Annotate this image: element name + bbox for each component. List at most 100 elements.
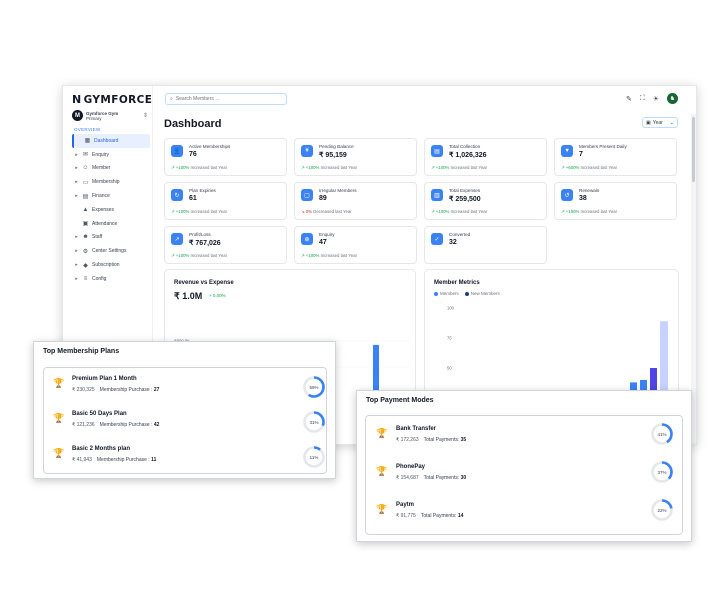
chevron-down-icon: ⌄ (669, 119, 674, 126)
item-meta: ₹ 154,687 Total Payments: 30 (396, 475, 466, 481)
sidebar-item-attendance[interactable]: ▣ Attendance (72, 217, 150, 231)
gym-switcher[interactable]: M Gymforce Gym Primary ⇕ (72, 110, 148, 121)
sidebar-item-label: Enquiry (92, 151, 109, 158)
fullscreen-icon[interactable]: ⛶ (640, 95, 645, 103)
stat-trend-text: Increased last Year (190, 209, 228, 214)
item-name: Bank Transfer (396, 426, 437, 432)
sidebar-item-config[interactable]: ▸ ≡ Config (72, 272, 150, 286)
scrollbar-thumb[interactable] (692, 117, 695, 182)
sidebar-item-label: Config (92, 275, 107, 282)
stat-card-plan-expiries[interactable]: ↻ Plan Expiries 61 ↗ +100% Increased last Y… (164, 182, 287, 220)
logo-text: GYMFORCE (83, 93, 153, 106)
stat-card-total-collection[interactable]: ▤ Total Collection ₹ 1,026,326 ↗ +100% Incr… (424, 138, 547, 176)
item-count: 11 (151, 457, 157, 463)
sidebar-item-label: Dashboard (94, 137, 119, 144)
stat-card-irregular-members[interactable]: ▢ Irregular Members 89 ↘ 0% Decreased last … (294, 182, 417, 220)
donut-label: 59% (309, 385, 318, 390)
stat-value: 89 (319, 195, 327, 202)
donut-label: 37% (657, 470, 666, 475)
stat-trend-pct: +100% (565, 209, 580, 214)
year-select[interactable]: ▣ Year ⌄ (642, 117, 678, 128)
trophy-icon: 🏆 (53, 413, 65, 423)
top-membership-plans-card: Top Membership Plans 🏆 Premium Plan 1 Mon… (33, 341, 336, 479)
item-count-label: Membership Purchase : (99, 422, 153, 428)
list-item[interactable]: 🏆 Premium Plan 1 Month ₹ 230,325 Membership… (44, 370, 326, 404)
sidebar-item-enquiry[interactable]: ▸ ✉ Enquiry (72, 148, 150, 162)
stat-card-active-memberships[interactable]: 👤 Active Memberships 76 ↗ +100% Increased l… (164, 138, 287, 176)
stat-value: 7 (579, 151, 583, 158)
user-add-icon[interactable]: ✎ (626, 95, 632, 103)
item-meta: ₹ 41,943 Membership Purchase : 11 (72, 457, 156, 463)
sidebar-item-subscription[interactable]: ▸ ◆ Subscription (72, 258, 150, 272)
donut-label: 11% (310, 455, 319, 460)
theme-toggle-icon[interactable]: ☀ (653, 95, 659, 103)
stat-cards: 👤 Active Memberships 76 ↗ +100% Increased l… (164, 138, 682, 264)
percent-donut: 37% (651, 461, 673, 483)
calendar-icon: ▣ (646, 119, 651, 126)
stat-card-converted[interactable]: ✓ Converted 32 (424, 226, 547, 264)
item-name: Premium Plan 1 Month (72, 376, 137, 382)
item-count: 14 (457, 513, 464, 519)
stat-trend-text: Increased last Year (190, 253, 228, 258)
stat-card-pending-balance[interactable]: ¥ Pending Balance ₹ 95,159 ↗ +100% Increase… (294, 138, 417, 176)
page-title: Dashboard (164, 118, 222, 130)
stat-trend-pct: +100% (175, 253, 190, 258)
stat-label: Plan Expiries (189, 188, 216, 193)
list-item[interactable]: 🏆 Basic 2 Months plan ₹ 41,943 Membership P… (44, 440, 326, 474)
sidebar-item-member[interactable]: ▸ ☺ Member (72, 162, 150, 176)
chevron-right-icon: ▸ (75, 193, 78, 200)
list-item[interactable]: 🏆 Paytm ₹ 91,775 Total Payments: 14 22% (366, 495, 682, 529)
sidebar-item-center-settings[interactable]: ▸ ⚙ Center Settings (72, 244, 150, 258)
search-box[interactable]: ⌕ (165, 93, 287, 105)
trophy-icon: 🏆 (376, 504, 388, 514)
stat-value: 32 (449, 239, 457, 246)
sidebar-item-label: Member (92, 165, 111, 172)
stat-value: 38 (579, 195, 587, 202)
sidebar-item-membership[interactable]: ▸ ▭ Membership (72, 175, 150, 189)
enquiry-icon: ⊕ (301, 233, 313, 245)
stat-card-renewals[interactable]: ↺ Renewals 38 ↗ +100% Increased last Year (554, 182, 677, 220)
list-item[interactable]: 🏆 Bank Transfer ₹ 172,263 Total Payments: 3… (366, 419, 682, 453)
list-item[interactable]: 🏆 Basic 50 Days Plan ₹ 121,236 Membership P… (44, 405, 326, 439)
search-input[interactable] (175, 96, 276, 102)
chevron-right-icon: ▸ (75, 262, 78, 269)
chevron-right-icon: ▸ (75, 165, 78, 172)
stat-card-enquiry[interactable]: ⊕ Enquiry 47 ↗ +100% Increased last Year (294, 226, 417, 264)
donut-label: 22% (657, 508, 666, 513)
stat-card-members-present-daily[interactable]: ♥ Members Present Daily 7 ↗ +600% Increased… (554, 138, 677, 176)
stat-trend-pct: +100% (435, 165, 450, 170)
item-name: PhonePay (396, 464, 426, 470)
sidebar-item-dashboard[interactable]: ▦ Dashboard (72, 134, 150, 148)
sidebar-item-label: Subscription (92, 262, 120, 269)
stat-card-total-expenses[interactable]: ▥ Total Expenses ₹ 259,500 ↗ +100% Increase… (424, 182, 547, 220)
balance-icon: ¥ (301, 145, 313, 157)
percent-donut: 11% (303, 446, 325, 468)
gymforce-logo[interactable]: N GYMFORCE (72, 93, 152, 106)
stat-label: Converted (449, 232, 471, 237)
sidebar-item-finance[interactable]: ▸ ▤ Finance (72, 189, 150, 203)
stat-label: Enquiry (319, 232, 335, 237)
sidebar-item-label: Expenses (92, 206, 114, 213)
item-meta: ₹ 230,325 Membership Purchase : 27 (72, 387, 159, 393)
stat-card-profit-loss[interactable]: ↗ Profit/Loss ₹ 767,026 ↗ +100% Increased l… (164, 226, 287, 264)
item-count: 27 (153, 387, 160, 393)
sidebar-item-staff[interactable]: ▸ ☻ Staff (72, 231, 150, 245)
stat-trend: ↗ +100% Increased last Year (561, 209, 617, 215)
year-select-label: Year (652, 119, 663, 126)
avatar[interactable]: ♞ (667, 93, 678, 104)
stat-trend-text: Increased last Year (190, 165, 228, 170)
item-name: Basic 2 Months plan (72, 446, 131, 452)
sidebar-item-expenses[interactable]: ▲ Expenses (72, 203, 150, 217)
item-amount: ₹ 172,263 (396, 437, 419, 443)
chevron-updown-icon[interactable]: ⇕ (143, 112, 148, 119)
donut-label: 41% (657, 432, 666, 437)
stat-trend-text: Decreased last Year (313, 209, 352, 214)
stat-trend: ↗ +100% Increased last Year (301, 253, 357, 259)
stat-trend-text: Increased last Year (320, 253, 358, 258)
settings-icon: ⚙ (82, 248, 89, 255)
user-icon: ☺ (82, 165, 89, 172)
stat-label: Active Memberships (189, 144, 231, 149)
stat-value: 76 (189, 151, 197, 158)
list-item[interactable]: 🏆 PhonePay ₹ 154,687 Total Payments: 30 37% (366, 457, 682, 491)
sidebar-item-label: Center Settings (92, 248, 127, 255)
